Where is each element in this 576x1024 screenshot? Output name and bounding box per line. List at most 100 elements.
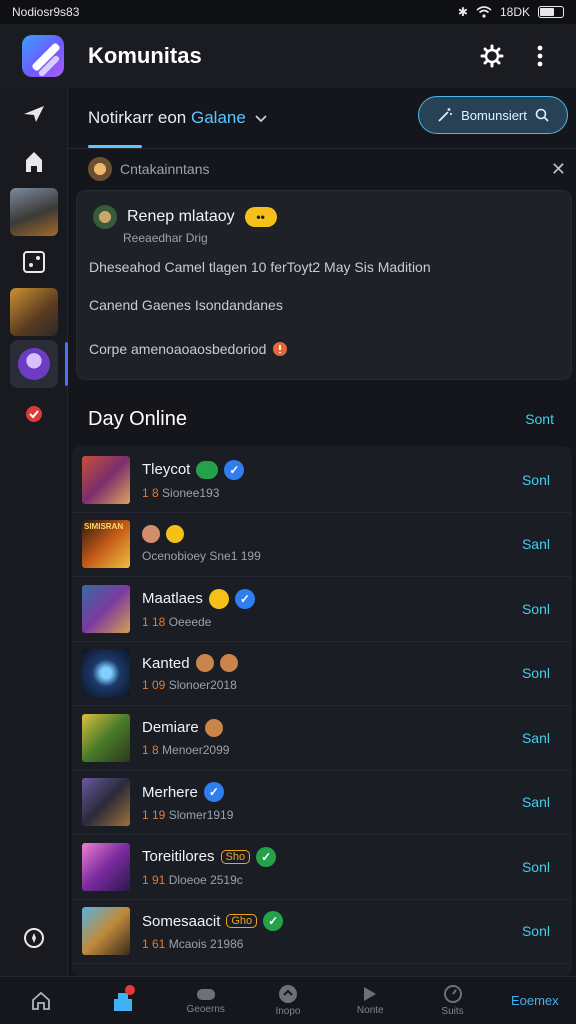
nav-info[interactable]: Inopo <box>247 977 329 1024</box>
close-icon[interactable]: ✕ <box>551 159 566 180</box>
rail-item-profile[interactable] <box>10 340 68 388</box>
game-thumbnail <box>82 842 130 891</box>
list-item-sub-num: 1 8 <box>142 485 159 500</box>
list-item-text: Ocenobioey Sne1 199 <box>142 525 522 563</box>
list-item-action[interactable]: Sonl <box>522 472 550 488</box>
divider <box>68 148 576 149</box>
home-icon <box>32 991 51 1010</box>
game-thumbnail: SIMISRAN <box>82 520 130 569</box>
nav-explore[interactable]: Eoemex <box>494 977 576 1024</box>
nav-games[interactable]: Geoerns <box>165 977 247 1024</box>
list-item[interactable]: Somesaacit Gho 1 61 Mcaois 21986 Sonl <box>72 900 572 964</box>
list-item-action[interactable]: Sonl <box>522 859 550 875</box>
list-item-sub-text: Dloeoe 2519c <box>168 872 243 887</box>
nav-home[interactable] <box>0 977 82 1024</box>
list-item-title-wrap: Kanted <box>142 654 522 673</box>
status-bar: Nodiosr9s83 ✱ 18DK <box>0 0 576 24</box>
rail-item-add[interactable] <box>10 238 58 286</box>
list-item-sub-text: Menoer2099 <box>162 742 230 757</box>
battery-icon <box>538 6 564 18</box>
list-item[interactable]: Maatlaes 1 18 Oeeede Sonl <box>72 577 572 642</box>
list-item-sub: 1 8 Sionee193 <box>142 486 522 500</box>
filter-tab[interactable]: Notirkarr eon Galane <box>88 108 268 128</box>
notification-user-name: Renep mlataoy <box>127 208 235 225</box>
app-logo[interactable] <box>22 35 64 77</box>
notification-line-3: Corpe amenoaoaosbedoriod <box>89 341 267 357</box>
notification-heading: Cntakainntans <box>120 161 210 177</box>
rail-item-game-2[interactable] <box>10 288 58 336</box>
online-list: Tleycot 1 8 Sionee193 Sonl SIMISRAN Ocen… <box>72 446 572 976</box>
list-item-title: Tleycot <box>142 461 191 479</box>
avatar-icon <box>219 654 238 673</box>
list-item[interactable]: Demiare 1 8 Menoer2099 Sanl <box>72 706 572 771</box>
avatar-icon <box>195 654 214 673</box>
list-item-title-wrap: Maatlaes <box>142 588 522 609</box>
list-item-sub-text: Slomer1919 <box>168 808 234 823</box>
emoji-icon <box>166 525 184 544</box>
app-header: Komunitas <box>0 24 576 88</box>
game-thumbnail <box>82 778 130 827</box>
add-square-icon <box>23 251 45 273</box>
castle-icon <box>26 152 42 172</box>
nav-explore-label: Eoemex <box>510 993 559 1008</box>
list-item-action[interactable]: Sonl <box>522 923 550 939</box>
verified-icon <box>234 588 255 609</box>
settings-button[interactable] <box>474 38 510 74</box>
nav-suits-label: Suits <box>441 1006 464 1017</box>
game-thumbnail <box>82 584 130 633</box>
verified-icon <box>224 459 245 480</box>
community-search-button[interactable]: Bomunsiert <box>418 96 568 134</box>
list-item-sub-text: Mcaois 21986 <box>168 937 244 952</box>
list-item-text: Demiare 1 8 Menoer2099 <box>142 718 522 757</box>
rail-item-shield[interactable] <box>10 390 58 438</box>
list-item-sub: 1 91 Dloeoe 2519c <box>142 873 522 887</box>
list-item[interactable]: SIMISRAN Ocenobioey Sne1 199 Sanl <box>72 513 572 577</box>
list-item-sub-num: 1 8 <box>142 742 159 757</box>
list-item-action[interactable]: Sanl <box>522 730 550 746</box>
status-icons: ✱ 18DK <box>458 5 564 19</box>
rail-item-game-1[interactable] <box>10 188 58 236</box>
list-item-action[interactable]: Sanl <box>522 536 550 552</box>
list-item-action[interactable]: Sonl <box>522 665 550 681</box>
red-badge-icon <box>26 406 42 422</box>
section-action-link[interactable]: Sont <box>525 411 554 427</box>
notification-line-1: Dheseahod Camel tlagen 10 ferToyt2 May S… <box>89 259 431 275</box>
list-item-title: Toreitilores <box>142 848 215 866</box>
verified-icon <box>263 911 284 932</box>
nav-notes-label: Nonte <box>356 1005 384 1016</box>
list-item[interactable]: Tleycot 1 8 Sionee193 Sonl <box>72 448 572 513</box>
rail-item-explore[interactable] <box>10 90 58 138</box>
nav-notes[interactable]: Nonte <box>329 977 411 1024</box>
rail-item-home[interactable] <box>10 138 58 186</box>
more-menu-button[interactable] <box>522 38 558 74</box>
list-item-text: Maatlaes 1 18 Oeeede <box>142 588 522 629</box>
rail-item-compass[interactable] <box>10 914 58 962</box>
list-item-action[interactable]: Sanl <box>522 794 550 810</box>
compass-icon <box>24 928 44 948</box>
list-item-sub: 1 61 Mcaois 21986 <box>142 937 522 951</box>
list-item-text: Tleycot 1 8 Sionee193 <box>142 459 522 500</box>
section-title: Day Online <box>88 407 187 430</box>
filter-tab-label: Notirkarr eon Galane <box>88 108 246 128</box>
list-item-action[interactable]: Sonl <box>522 601 550 617</box>
list-item-title-wrap: Demiare <box>142 718 522 737</box>
play-icon <box>364 987 377 1001</box>
list-item[interactable]: Toreitilores Sho 1 91 Dloeoe 2519c Sonl <box>72 835 572 900</box>
notification-dot <box>125 984 136 995</box>
wing-icon <box>24 106 44 122</box>
avatar <box>18 348 50 380</box>
filter-row: Notirkarr eon Galane Bomunsiert <box>68 88 576 148</box>
nav-suits[interactable]: Suits <box>411 977 493 1024</box>
list-item-text: Somesaacit Gho 1 61 Mcaois 21986 <box>142 911 522 951</box>
list-item[interactable]: Kanted 1 09 Slonoer2018 Sonl <box>72 642 572 706</box>
game-thumbnail <box>82 713 130 762</box>
filter-tab-accent: Galane <box>191 108 246 127</box>
up-circle-icon <box>278 985 297 1003</box>
avatar <box>93 205 117 229</box>
notification-line-2: Canend Gaenes Isondandanes <box>89 297 283 313</box>
list-item-title: Demiare <box>142 719 199 737</box>
notification-card[interactable]: Renep mlataoy •• Reeaedhar Drig Dheseaho… <box>76 190 572 380</box>
list-item[interactable]: Merhere 1 19 Slomer1919 Sanl <box>72 771 572 835</box>
nav-community[interactable] <box>82 977 164 1024</box>
nav-info-label: Inopo <box>275 1006 301 1017</box>
